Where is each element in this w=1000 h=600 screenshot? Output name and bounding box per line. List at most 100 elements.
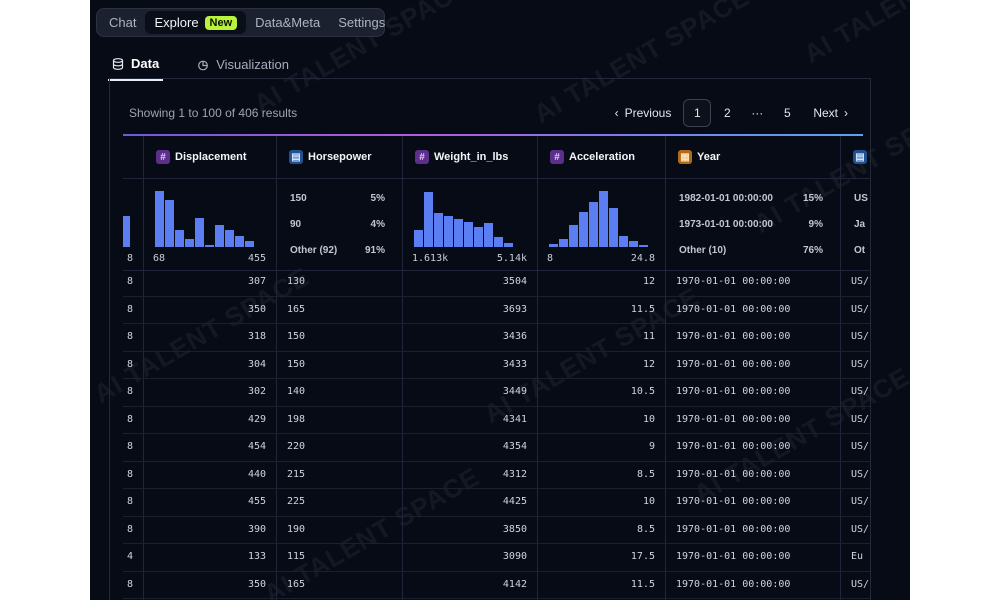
next-button[interactable]: Next › (803, 99, 858, 127)
histogram-bar (569, 225, 578, 247)
table-row[interactable]: 8 302 140 3449 10.5 1970-01-01 00:00:00 US/ (123, 379, 870, 407)
column-header-acceleration[interactable]: # Acceleration (538, 136, 666, 178)
watermark-text: AI TALENT SPACE (799, 0, 910, 70)
cell-displacement: 350 (144, 571, 277, 598)
histogram-bar (123, 216, 130, 247)
histogram-min: 8 (547, 253, 554, 264)
tab-data-meta[interactable]: Data&Meta (246, 11, 329, 34)
page-2-button[interactable]: 2 (713, 99, 741, 127)
tab-settings[interactable]: Settings (329, 11, 394, 34)
cell-year: 1970-01-01 00:00:00 (666, 269, 841, 296)
cell-origin: US/ (841, 407, 870, 434)
cell-origin: US/ (841, 297, 870, 324)
cell-year: 1970-01-01 00:00:00 (666, 516, 841, 543)
column-header-label: Year (697, 151, 721, 163)
histogram-bar (245, 241, 254, 247)
page-1-button[interactable]: 1 (683, 99, 712, 127)
table-row[interactable]: 4 133 115 3090 17.5 1970-01-01 00:00:00 Eu (123, 544, 870, 572)
table-row[interactable]: 8 390 190 3850 8.5 1970-01-01 00:00:00 US/ (123, 516, 870, 544)
table-row[interactable]: 8 454 220 4354 9 1970-01-01 00:00:00 US/ (123, 434, 870, 462)
table-row[interactable]: 8 350 165 3693 11.5 1970-01-01 00:00:00 US/ (123, 296, 870, 324)
cell-origin: Eu (841, 544, 870, 571)
cell-cylinders: 8 (123, 379, 144, 406)
cell-horsepower: 165 (277, 296, 403, 323)
histogram-bar (619, 236, 628, 247)
chevron-right-icon: › (844, 106, 848, 120)
column-header-origin[interactable]: ▤ (841, 136, 870, 178)
tab-explore[interactable]: Explore New (145, 11, 247, 34)
cell-horsepower: 225 (277, 489, 403, 516)
subtab-data-label: Data (131, 56, 160, 71)
results-toolbar: Showing 1 to 100 of 406 results ‹ Previo… (110, 79, 870, 135)
column-header-label: Acceleration (569, 151, 636, 163)
cell-acceleration: 8.5 (538, 516, 666, 543)
histogram-bar (155, 191, 164, 247)
histogram-bar (185, 239, 194, 247)
cell-weight: 4142 (403, 571, 538, 598)
calendar-icon: ▦ (678, 150, 692, 164)
histogram-bar (464, 222, 473, 247)
cell-cylinders: 8 (123, 461, 144, 488)
pagination: ‹ Previous 1 2 ··· 5 Next › (605, 99, 858, 127)
histogram-bar (424, 192, 433, 247)
tab-chat[interactable]: Chat (100, 11, 145, 34)
histogram-bar (504, 243, 513, 247)
previous-label: Previous (624, 106, 672, 120)
page-5-button[interactable]: 5 (773, 99, 801, 127)
table-row[interactable]: 8 304 150 3433 12 1970-01-01 00:00:00 US/ (123, 351, 870, 379)
table-row[interactable]: 8 350 165 4142 11.5 1970-01-01 00:00:00 US/ (123, 571, 870, 599)
cell-cylinders: 8 (123, 434, 144, 461)
histogram-bar (609, 208, 618, 247)
previous-button[interactable]: ‹ Previous (605, 99, 682, 127)
cell-horsepower: 198 (277, 406, 403, 433)
histogram-bar (434, 213, 443, 247)
table-row[interactable]: 8 307 130 3504 12 1970-01-01 00:00:00 US/ (123, 269, 870, 297)
column-header-cylinders[interactable] (123, 136, 144, 178)
histogram-bar (549, 244, 558, 247)
category-percent: 76% (802, 245, 823, 256)
subtab-visualization[interactable]: Visualization (193, 52, 293, 81)
cell-weight: 4425 (403, 489, 538, 516)
table-row[interactable]: 8 440 215 4312 8.5 1970-01-01 00:00:00 US/ (123, 461, 870, 489)
cell-weight: 3693 (403, 296, 538, 323)
table-row[interactable]: 8 318 150 3436 11 1970-01-01 00:00:00 US/ (123, 324, 870, 352)
category-label: 90 (290, 219, 302, 230)
top-nav: Chat Explore New Data&Meta Settings (96, 8, 385, 37)
tab-settings-label: Settings (338, 15, 386, 30)
view-tabs: Data Visualization (108, 52, 293, 81)
cell-cylinders: 8 (123, 351, 144, 378)
cell-displacement: 307 (144, 269, 277, 296)
cell-year: 1970-01-01 00:00:00 (666, 571, 841, 598)
cell-acceleration: 8.5 (538, 461, 666, 488)
cell-horsepower: 150 (277, 324, 403, 351)
column-header-year[interactable]: ▦ Year (666, 136, 841, 178)
table-body: 8 307 130 3504 12 1970-01-01 00:00:00 US/8 350 1… (123, 269, 870, 600)
column-header-displacement[interactable]: # Displacement (144, 136, 277, 178)
text-type-icon: ▤ (289, 150, 303, 164)
subtab-visualization-label: Visualization (216, 57, 289, 72)
column-header-weight[interactable]: # Weight_in_lbs (403, 136, 538, 178)
subtab-data[interactable]: Data (108, 52, 164, 81)
category-percent: 9% (808, 219, 823, 230)
cell-cylinders: 8 (123, 489, 144, 516)
category-percent: 15% (802, 193, 823, 204)
tab-chat-label: Chat (109, 15, 137, 30)
histogram-bar (494, 237, 503, 247)
cell-weight: 3090 (403, 544, 538, 571)
table-row[interactable]: 8 429 198 4341 10 1970-01-01 00:00:00 US/ (123, 406, 870, 434)
number-type-icon: # (415, 150, 429, 164)
histogram-max: 455 (247, 253, 266, 264)
column-header-horsepower[interactable]: ▤ Horsepower (277, 136, 403, 178)
histogram-bar (589, 202, 598, 247)
cell-weight: 4341 (403, 406, 538, 433)
category-label: 1982-01-01 00:00:00 (679, 193, 773, 204)
cell-horsepower: 150 (277, 351, 403, 378)
table-row[interactable]: 8 455 225 4425 10 1970-01-01 00:00:00 US/ (123, 489, 870, 517)
cell-year: 1970-01-01 00:00:00 (666, 461, 841, 488)
histogram-bar (175, 230, 184, 247)
cell-year: 1970-01-01 00:00:00 (666, 544, 841, 571)
category-percent: 91% (364, 245, 385, 256)
summary-displacement: 68 455 (144, 179, 277, 270)
cell-weight: 3449 (403, 379, 538, 406)
histogram-bar (639, 245, 648, 247)
